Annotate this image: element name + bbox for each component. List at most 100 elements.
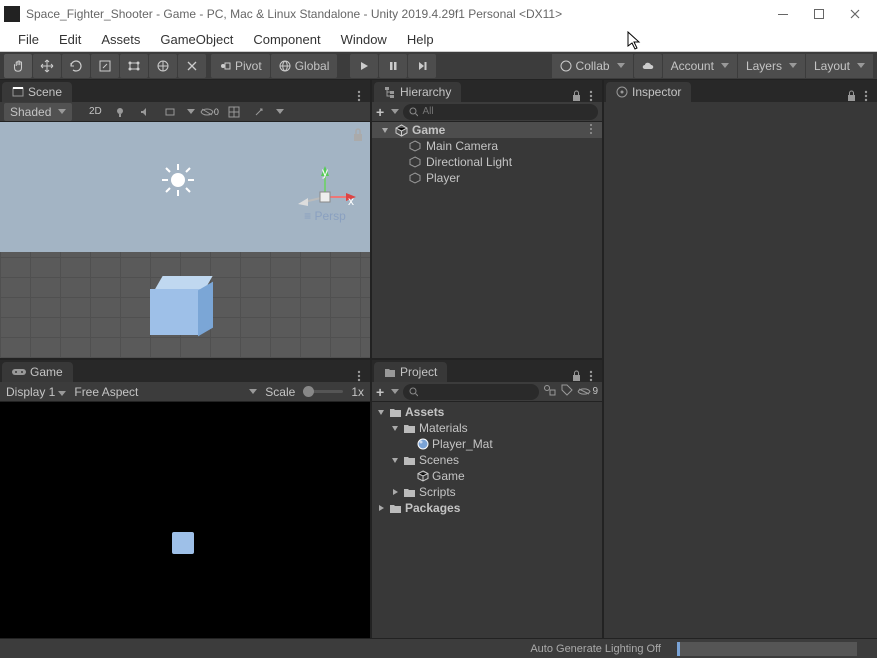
hierarchy-item-player[interactable]: Player (372, 170, 602, 186)
lock-icon[interactable] (352, 128, 364, 145)
menu-assets[interactable]: Assets (91, 32, 150, 47)
menu-window[interactable]: Window (331, 32, 397, 47)
layout-dropdown[interactable]: Layout (806, 54, 873, 78)
scale-slider[interactable] (303, 390, 343, 393)
project-item-game-scene[interactable]: Game (372, 468, 602, 484)
menu-file[interactable]: File (8, 32, 49, 47)
tool-global[interactable]: Global (271, 54, 338, 78)
project-tab[interactable]: Project (374, 362, 447, 382)
hierarchy-search-input[interactable] (422, 106, 592, 117)
tools-toggle[interactable] (248, 104, 270, 120)
tool-rect[interactable] (120, 54, 148, 78)
main-toolbar: Pivot Global Collab Account Layers Layou… (0, 52, 877, 80)
step-button[interactable] (408, 54, 436, 78)
material-icon (417, 438, 429, 450)
create-button[interactable]: + (376, 384, 384, 400)
pause-button[interactable] (379, 54, 407, 78)
tool-custom[interactable] (178, 54, 206, 78)
svg-text:x: x (348, 194, 354, 208)
game-tab-label: Game (30, 365, 63, 379)
folder-icon (403, 423, 416, 434)
project-item-scenes[interactable]: Scenes (372, 452, 602, 468)
project-search-input[interactable] (422, 386, 533, 397)
game-panel: Game Display 1 Free Aspect Scale 1x (0, 358, 370, 638)
scene-options-icon[interactable] (586, 123, 596, 135)
hierarchy-panel: Hierarchy + Game (372, 80, 602, 358)
scene-panel: Scene Shaded 2D 0 (0, 80, 370, 358)
folder-icon (384, 367, 396, 378)
tool-hand[interactable] (4, 54, 32, 78)
gameobject-icon (408, 172, 422, 184)
layers-dropdown[interactable]: Layers (738, 54, 805, 78)
inspector-tab[interactable]: Inspector (606, 82, 691, 102)
minimize-button[interactable] (777, 8, 789, 20)
lock-icon[interactable] (571, 369, 582, 382)
panel-options-icon[interactable] (354, 370, 364, 382)
panel-options-icon[interactable] (861, 90, 871, 102)
account-dropdown[interactable]: Account (663, 54, 737, 78)
scene-toolbar: Shaded 2D 0 (0, 102, 370, 122)
cloud-button[interactable] (634, 54, 662, 78)
project-item-assets[interactable]: Assets (372, 404, 602, 420)
scale-value: 1x (351, 385, 364, 399)
orientation-gizmo[interactable]: y x ≡ Persp (290, 162, 360, 235)
hierarchy-item-light[interactable]: Directional Light (372, 154, 602, 170)
maximize-button[interactable] (813, 8, 825, 20)
gameobject-icon (408, 156, 422, 168)
scene-tab[interactable]: Scene (2, 82, 72, 102)
tool-scale[interactable] (91, 54, 119, 78)
menu-edit[interactable]: Edit (49, 32, 91, 47)
grid-toggle[interactable] (223, 104, 245, 120)
project-search[interactable] (403, 384, 539, 400)
light-toggle[interactable] (109, 104, 131, 120)
hierarchy-search[interactable] (403, 104, 598, 120)
filter-by-label[interactable] (561, 384, 573, 399)
tool-transform[interactable] (149, 54, 177, 78)
hidden-packages[interactable]: 9 (577, 386, 598, 397)
lock-icon[interactable] (571, 89, 582, 102)
hierarchy-item-camera[interactable]: Main Camera (372, 138, 602, 154)
collab-dropdown[interactable]: Collab (552, 54, 633, 78)
directional-light-gizmo[interactable] (160, 162, 196, 198)
statusbar: Auto Generate Lighting Off (0, 638, 877, 658)
player-cube-gizmo[interactable] (150, 276, 208, 334)
window-title: Space_Fighter_Shooter - Game - PC, Mac &… (26, 7, 777, 21)
inspector-panel: Inspector (604, 80, 877, 638)
inspector-body (604, 102, 877, 638)
menu-component[interactable]: Component (243, 32, 330, 47)
tool-rotate[interactable] (62, 54, 90, 78)
game-viewport[interactable] (0, 402, 370, 638)
scene-viewport[interactable]: y x ≡ Persp (0, 122, 370, 358)
hierarchy-tab[interactable]: Hierarchy (374, 82, 461, 102)
scene-tab-icon (12, 86, 24, 98)
svg-text:≡ Persp: ≡ Persp (304, 209, 346, 223)
search-icon (409, 387, 418, 397)
scene-row[interactable]: Game (372, 122, 602, 138)
create-button[interactable]: + (376, 104, 384, 120)
tool-pivot[interactable]: Pivot (211, 54, 270, 78)
hierarchy-tab-icon (384, 86, 396, 98)
project-item-packages[interactable]: Packages (372, 500, 602, 516)
display-dropdown[interactable]: Display 1 (6, 385, 66, 399)
game-tab[interactable]: Game (2, 362, 73, 382)
panel-options-icon[interactable] (354, 90, 364, 102)
menu-gameobject[interactable]: GameObject (150, 32, 243, 47)
audio-toggle[interactable] (134, 104, 156, 120)
panel-options-icon[interactable] (586, 370, 596, 382)
tool-move[interactable] (33, 54, 61, 78)
aspect-dropdown[interactable]: Free Aspect (74, 385, 238, 399)
hierarchy-toolbar: + (372, 102, 602, 122)
lock-icon[interactable] (846, 89, 857, 102)
shading-mode-dropdown[interactable]: Shaded (4, 103, 72, 121)
panel-options-icon[interactable] (586, 90, 596, 102)
project-item-player-mat[interactable]: Player_Mat (372, 436, 602, 452)
filter-by-type[interactable] (543, 384, 557, 399)
project-item-scripts[interactable]: Scripts (372, 484, 602, 500)
close-button[interactable] (849, 8, 861, 20)
play-button[interactable] (350, 54, 378, 78)
mode-2d-toggle[interactable]: 2D (84, 104, 106, 120)
fx-toggle[interactable] (159, 104, 181, 120)
menu-help[interactable]: Help (397, 32, 444, 47)
hidden-objects[interactable]: 0 (198, 104, 220, 120)
project-item-materials[interactable]: Materials (372, 420, 602, 436)
